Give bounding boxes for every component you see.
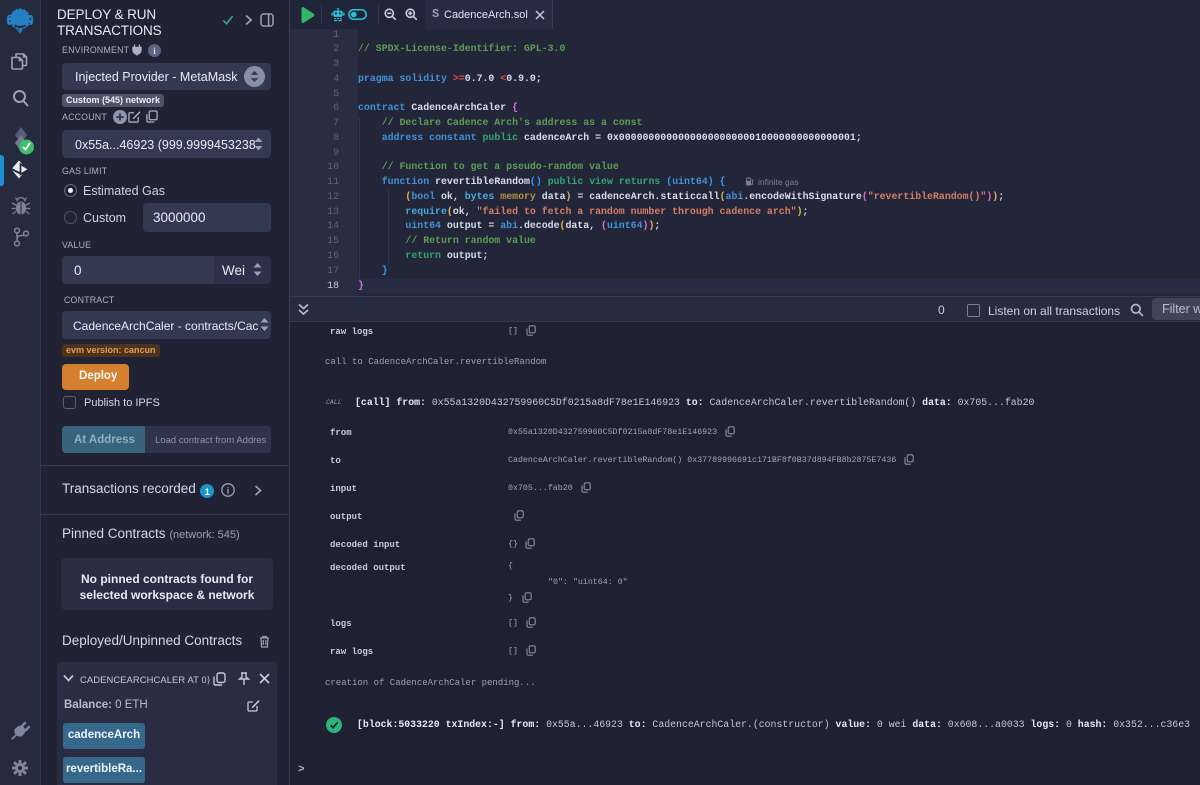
svg-text:i: i [227,485,230,495]
